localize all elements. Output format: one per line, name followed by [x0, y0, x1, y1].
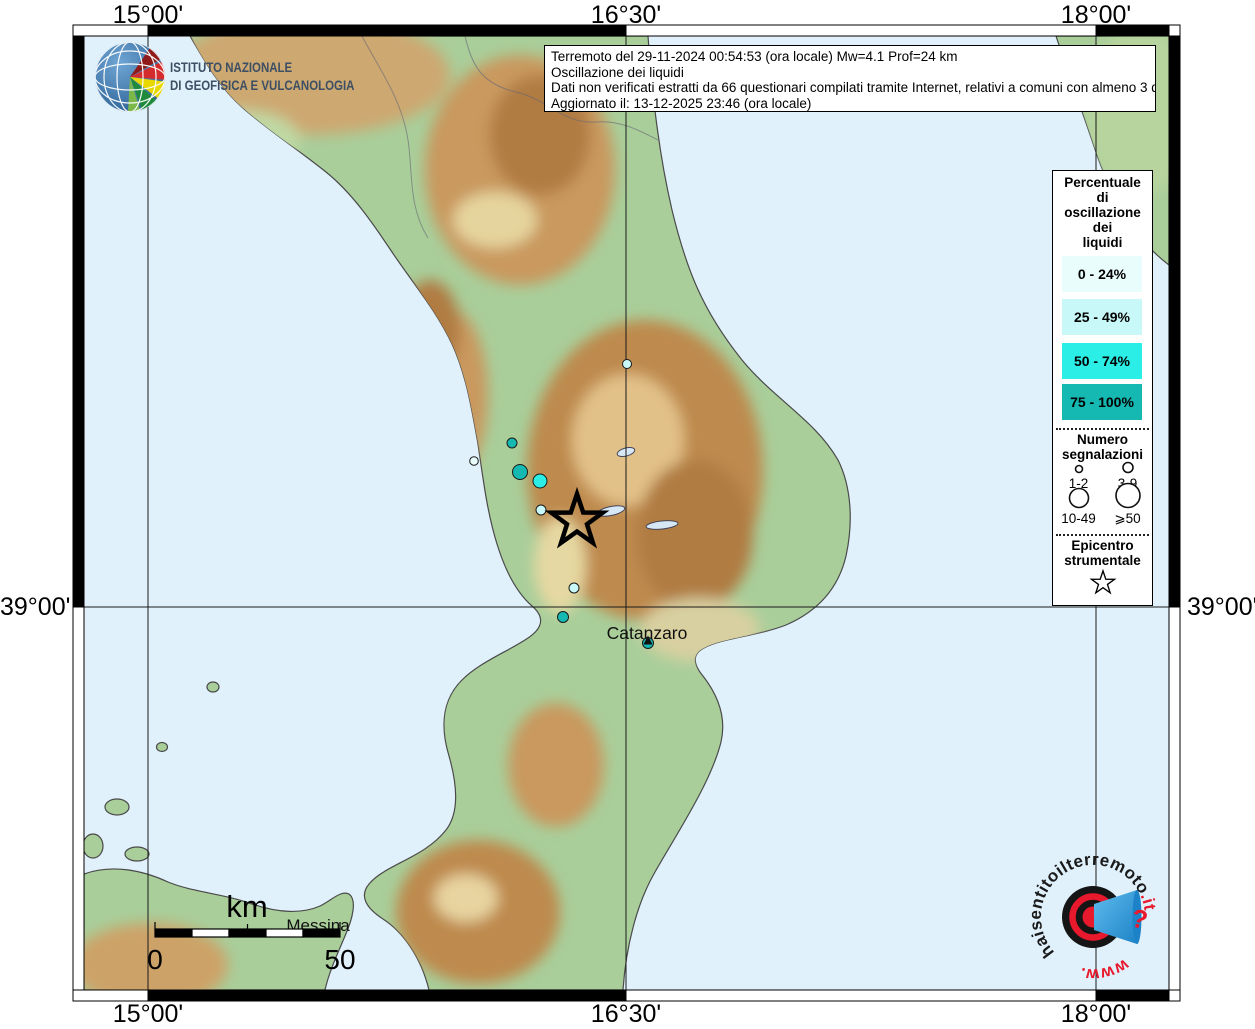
legend-divider	[1056, 428, 1149, 430]
signal-size-label: 10-49	[1061, 511, 1096, 526]
report-dot	[533, 474, 547, 488]
island	[157, 743, 168, 752]
event-data-note: Dati non verificati estratti da 66 quest…	[551, 80, 1149, 96]
legend-title-line: dei	[1053, 220, 1152, 235]
report-dot	[513, 465, 528, 480]
coord-top-18: 18°00'	[1061, 1, 1131, 30]
map-area: Catanzaro Messina km 0 50	[72, 15, 1195, 1007]
scale-start-label: 0	[147, 944, 163, 975]
island	[83, 834, 103, 858]
event-title: Terremoto del 29-11-2024 00:54:53 (ora l…	[551, 49, 1149, 65]
signal-circle-icon	[1057, 486, 1101, 510]
report-dot	[507, 438, 517, 448]
event-updated: Aggiornato il: 13-12-2025 23:46 (ora loc…	[551, 96, 1149, 112]
coord-top-1630: 16°30'	[591, 1, 661, 30]
epicenter-title-line: Epicentro	[1053, 538, 1152, 553]
legend-class-25-49: 25 - 49%	[1062, 299, 1142, 335]
coord-top-15: 15°00'	[113, 1, 183, 30]
event-subtitle: Oscillazione dei liquidi	[551, 65, 1149, 81]
star-icon	[1088, 567, 1118, 597]
legend-divider	[1056, 534, 1149, 536]
signal-circle-icon	[1106, 481, 1150, 510]
legend-class-75-100: 75 - 100%	[1062, 384, 1142, 420]
legend-title-line: oscillazione	[1053, 205, 1152, 220]
signals-title-line: Numero	[1053, 432, 1152, 447]
ingv-name-line2: DI GEOFISICA E VULCANOLOGIA	[170, 77, 354, 93]
epicenter-title-line: strumentale	[1053, 553, 1152, 568]
island	[105, 799, 129, 815]
report-dot	[470, 457, 479, 466]
island	[125, 847, 149, 861]
legend-class-0-24: 0 - 24%	[1062, 256, 1142, 292]
island	[207, 682, 219, 692]
coord-bottom-15: 15°00'	[113, 1000, 183, 1029]
coord-bottom-1630: 16°30'	[591, 1000, 661, 1029]
legend-box: Percentuale di oscillazione dei liquidi …	[1052, 170, 1153, 606]
report-dot	[569, 583, 579, 593]
legend-title-line: Percentuale	[1053, 175, 1152, 190]
signal-circle-icon	[1057, 463, 1101, 475]
legend-class-50-74: 50 - 74%	[1062, 343, 1142, 379]
signal-size-50plus: ⩾50	[1105, 481, 1150, 527]
scale-unit-label: km	[226, 889, 267, 924]
report-dot	[558, 612, 569, 623]
scale-end-label: 50	[324, 944, 355, 975]
ingv-name-line1: ISTITUTO NAZIONALE	[170, 59, 293, 75]
coord-right-39: 39°00'	[1187, 593, 1255, 622]
coord-bottom-18: 18°00'	[1061, 1000, 1131, 1029]
signal-circle-icon	[1106, 460, 1150, 475]
legend-title-line: liquidi	[1053, 235, 1152, 250]
report-dot	[536, 505, 546, 515]
epicenter-legend-symbol	[1053, 567, 1152, 597]
report-dot	[623, 360, 632, 369]
coord-left-39: 39°00'	[0, 593, 66, 622]
signal-size-label: ⩾50	[1114, 511, 1140, 527]
legend-title-line: di	[1053, 190, 1152, 205]
signal-size-10-49: 10-49	[1056, 486, 1101, 526]
event-info-box: Terremoto del 29-11-2024 00:54:53 (ora l…	[544, 45, 1156, 112]
